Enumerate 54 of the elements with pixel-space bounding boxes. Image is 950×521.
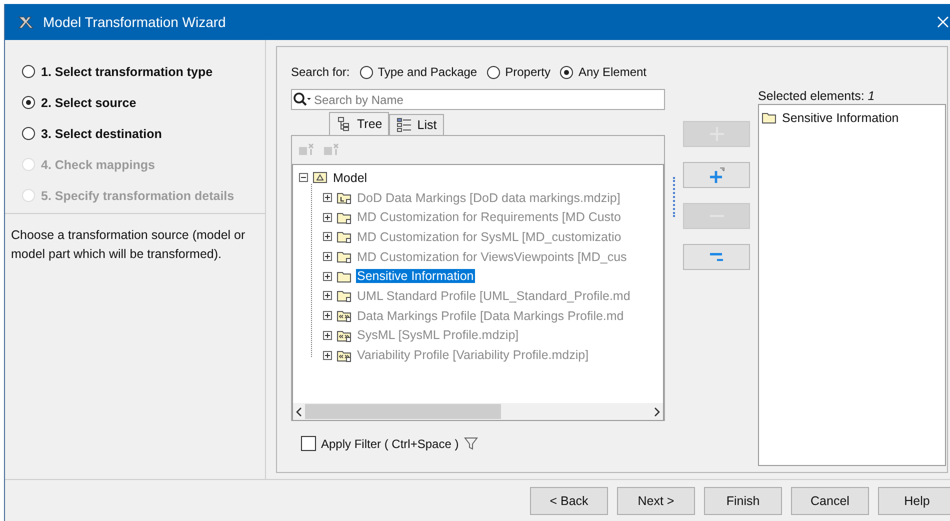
dialog-button[interactable]: Help <box>878 487 950 515</box>
step-label: 5. Specify transformation details <box>41 188 234 202</box>
horizontal-scrollbar[interactable] <box>293 403 663 420</box>
linked-folder-icon <box>336 229 352 244</box>
folder-icon <box>761 110 777 126</box>
step-label: 3. Select destination <box>41 126 162 140</box>
filter-icon <box>464 436 478 451</box>
window-title: Model Transformation Wizard <box>43 14 227 30</box>
linked-folder-icon <box>336 288 352 304</box>
view-tab[interactable]: Tree <box>329 112 390 135</box>
search-field[interactable]: Search by Name <box>291 89 665 110</box>
option-label: Property <box>505 65 550 79</box>
radio-button[interactable] <box>22 96 35 109</box>
option-label: Any Element <box>578 65 647 79</box>
radio-button[interactable] <box>560 66 574 78</box>
model-package-icon <box>312 170 328 186</box>
radio-button[interactable] <box>22 127 35 140</box>
profile-folder-icon <box>336 308 352 324</box>
collapse-all-icon <box>323 142 340 157</box>
tree-item[interactable]: Model <box>332 170 368 185</box>
search-icon <box>293 92 312 107</box>
radio-button[interactable] <box>22 65 35 78</box>
dialog-button[interactable]: < Back <box>530 487 608 515</box>
radio-button[interactable] <box>360 66 373 78</box>
radio-button[interactable] <box>487 66 500 78</box>
dialog-button[interactable]: Finish <box>704 487 782 515</box>
move-button[interactable] <box>683 162 750 188</box>
step-label: 2. Select source <box>41 96 136 110</box>
step-label: 1. Select transformation type <box>41 64 213 78</box>
description-text: Choose a transformation source (model or model part which will be transformed). <box>10 227 246 263</box>
minus-icon <box>710 253 723 261</box>
library-folder-icon <box>336 190 352 206</box>
checkbox[interactable] <box>301 436 316 451</box>
view-tab[interactable]: List <box>389 114 444 135</box>
close-icon <box>936 15 950 29</box>
plus-icon <box>708 167 724 183</box>
step-label: 4. Check mappings <box>41 158 155 172</box>
splitter-handle[interactable] <box>673 176 675 216</box>
tree-item[interactable]: Sensitive Information <box>356 269 475 284</box>
tree-view-icon <box>336 116 352 132</box>
search-for-label: Search for: <box>291 65 350 79</box>
list-item[interactable]: Sensitive Information <box>781 110 900 125</box>
scroll-right-icon <box>653 406 661 416</box>
app-logo-icon <box>17 14 35 30</box>
dialog-button[interactable]: Cancel <box>791 487 869 515</box>
linked-folder-icon <box>336 249 352 264</box>
move-button[interactable] <box>683 244 750 270</box>
list-view-icon <box>396 117 412 133</box>
option-label: Type and Package <box>378 65 478 79</box>
dialog-button[interactable]: Next > <box>617 487 695 515</box>
selected-count-label: Selected elements: 1 <box>758 88 876 104</box>
scroll-left-icon <box>295 406 303 416</box>
expand-all-icon <box>298 142 315 157</box>
filter-label: Apply Filter ( Ctrl+Space ) <box>321 436 459 450</box>
